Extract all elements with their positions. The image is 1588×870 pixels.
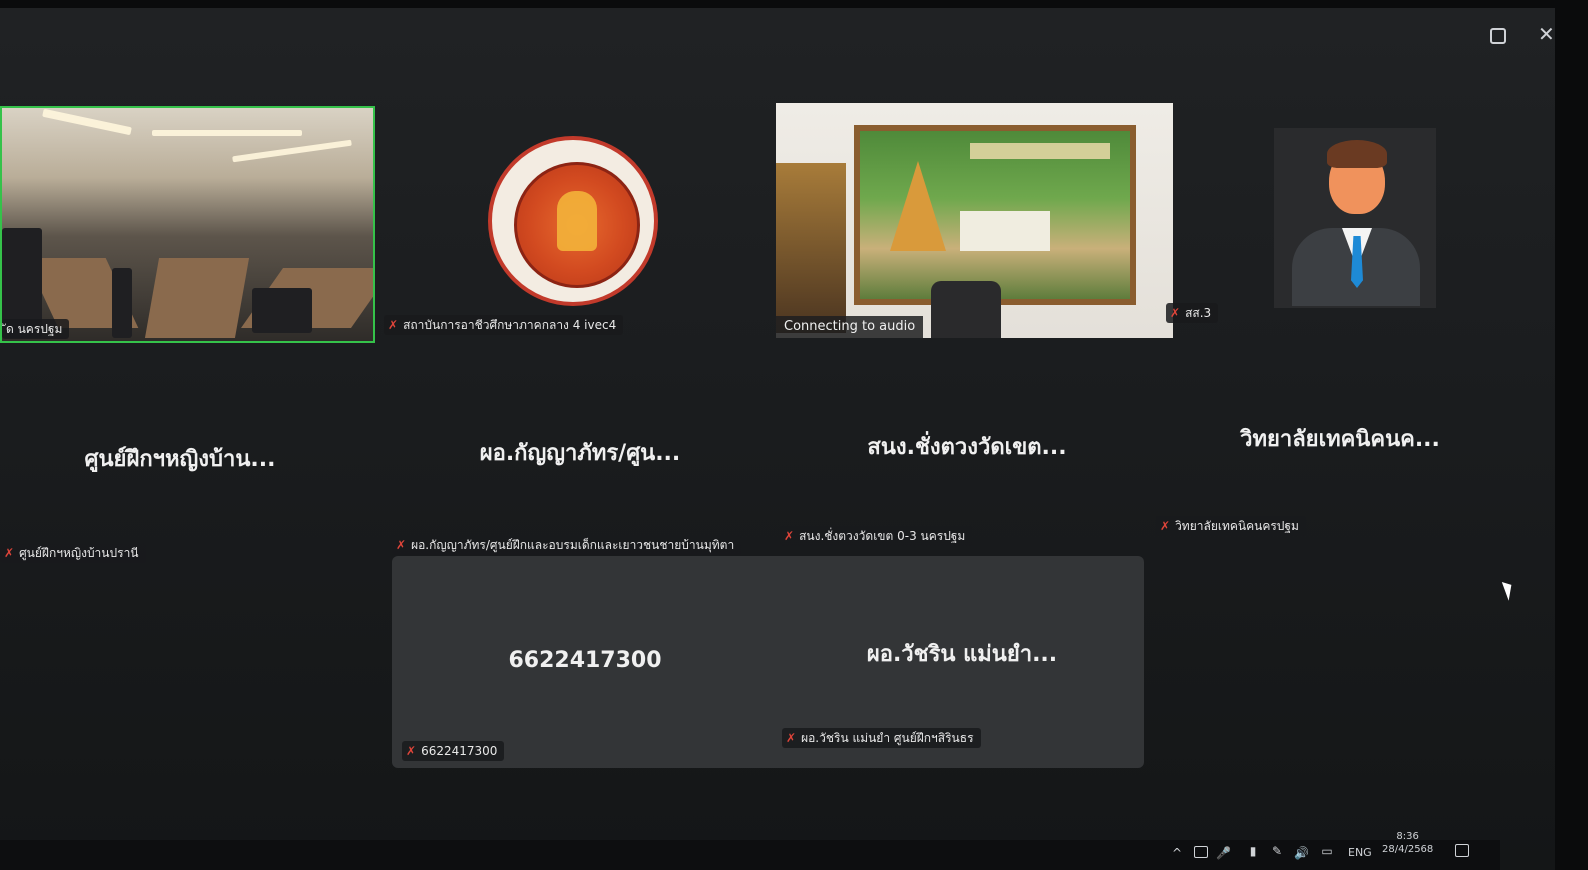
chair	[112, 268, 132, 338]
participant-logo-avatar[interactable]	[488, 136, 658, 306]
participant-name-text: ศูนย์ฝึกฯหญิงบ้านปรานี	[19, 546, 139, 560]
mic-muted-icon: ✗	[396, 538, 407, 552]
clock-time: 8:36	[1396, 831, 1419, 842]
volume-icon[interactable]: 🔊	[1294, 846, 1309, 860]
participant-name-label: ✗ ผอ.กัญญาภัทร/ศูนย์ฝึกและอบรมเด็กและเยาว…	[392, 535, 742, 555]
participant-name-label: ✗ ผอ.วัชริน แม่นยำ ศูนย์ฝึกฯสิรินธร	[782, 728, 981, 748]
shrine-object	[776, 163, 846, 333]
ceiling-light	[232, 139, 352, 163]
avatar-hair	[1327, 140, 1387, 168]
conference-table	[144, 258, 250, 338]
default-user-avatar[interactable]	[1274, 128, 1436, 308]
participant-name-text: 6622417300	[421, 744, 498, 758]
zoom-tray-icon[interactable]	[1194, 846, 1208, 858]
network-icon[interactable]: ▮	[1246, 844, 1260, 858]
participant-display-name: สนง.ชั่งตวงวัดเขต...	[867, 435, 1067, 460]
participant-name-label: ✗ 6622417300	[402, 741, 505, 761]
painting-banner	[970, 143, 1110, 159]
pen-icon[interactable]: ✎	[1270, 844, 1284, 858]
zoom-meeting-screen: ✕ ัด นครปฐม ✗ สถาบันการอาชีวศึกษาภาคกลาง …	[0, 8, 1555, 870]
participant-display-name: วิทยาลัยเทคนิคนค...	[1240, 427, 1440, 452]
participant-name-label: ัด นครปฐม	[2, 319, 70, 339]
mic-muted-icon: ✗	[1170, 306, 1181, 320]
participant-name-label: ✗ สถาบันการอาชีวศึกษาภาคกลาง 4 ivec4	[384, 315, 624, 335]
participant-name-text: สนง.ชั่งตวงวัดเขต 0-3 นครปฐม	[799, 529, 966, 543]
participant-video-painting-room[interactable]: Connecting to audio	[776, 103, 1173, 338]
ceiling-light	[42, 108, 132, 136]
institute-seal-logo	[488, 136, 658, 306]
pagoda-shape	[890, 161, 946, 251]
taskbar-clock[interactable]: 8:36 28/4/2568	[1382, 830, 1433, 856]
language-indicator[interactable]: ENG	[1348, 846, 1372, 859]
ceiling-light	[152, 130, 302, 136]
mic-muted-icon: ✗	[784, 529, 795, 543]
mic-muted-icon: ✗	[4, 546, 15, 560]
participant-display-name: ศูนย์ฝึกฯหญิงบ้าน...	[84, 447, 276, 472]
battery-icon[interactable]: ▭	[1320, 844, 1334, 858]
close-window-icon[interactable]: ✕	[1538, 22, 1555, 46]
participant-name-text: วิทยาลัยเทคนิคนครปฐม	[1175, 519, 1299, 533]
connecting-audio-status: Connecting to audio	[776, 316, 924, 338]
participant-name-text: ผอ.วัชริน แม่นยำ ศูนย์ฝึกฯสิรินธร	[801, 731, 974, 745]
mic-muted-icon: ✗	[786, 731, 797, 745]
building-shape	[960, 211, 1050, 251]
chair	[252, 288, 312, 333]
mic-muted-icon: ✗	[406, 744, 417, 758]
mouse-cursor-icon	[1501, 579, 1517, 601]
mic-muted-icon: ✗	[1160, 519, 1171, 533]
seal-center	[514, 162, 640, 288]
participant-name-text: สถาบันการอาชีวศึกษาภาคกลาง 4 ivec4	[403, 318, 617, 332]
restore-window-icon[interactable]	[1490, 28, 1506, 44]
tray-chevron-icon[interactable]: ^	[1172, 846, 1182, 860]
monitor-bezel-top	[0, 0, 1588, 8]
mic-muted-icon: ✗	[388, 318, 399, 332]
participant-name-label: ✗ วิทยาลัยเทคนิคนครปฐม	[1156, 516, 1306, 536]
monitor-bezel-right	[1555, 0, 1588, 870]
participant-display-name: 6622417300	[508, 648, 662, 673]
participant-display-name: ผอ.วัชริน แม่นยำ...	[866, 642, 1058, 667]
participant-name-text: ผอ.กัญญาภัทร/ศูนย์ฝึกและอบรมเด็กและเยาวช…	[411, 538, 735, 552]
clock-date: 28/4/2568	[1382, 844, 1434, 855]
participant-name-label: ✗ สนง.ชั่งตวงวัดเขต 0-3 นครปฐม	[780, 526, 973, 546]
chair-back	[931, 281, 1001, 338]
participant-video-conference-room[interactable]: ัด นครปฐม	[0, 106, 375, 343]
participant-name-text: สส.3	[1185, 306, 1212, 320]
mic-tray-icon[interactable]: 🎤	[1216, 846, 1231, 860]
seal-emblem	[557, 191, 597, 251]
participant-name-label: ✗ สส.3	[1166, 303, 1219, 323]
participant-display-name: ผอ.กัญญาภัทร/ศูน...	[479, 441, 681, 466]
participant-name-text: ัด นครปฐม	[6, 322, 63, 336]
participant-name-label: ✗ ศูนย์ฝึกฯหญิงบ้านปรานี	[0, 543, 146, 563]
notification-icon[interactable]	[1455, 844, 1469, 857]
wall-painting	[854, 125, 1136, 305]
